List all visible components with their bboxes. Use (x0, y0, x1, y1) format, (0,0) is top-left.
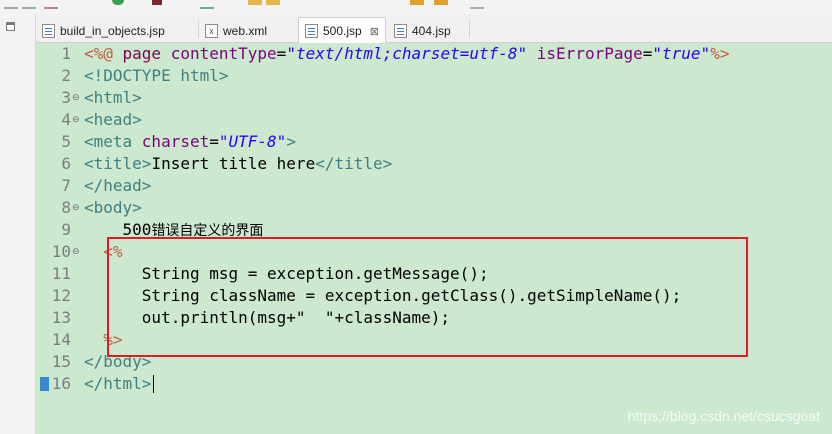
code-text: <%@ page contentType="text/html;charset=… (84, 43, 729, 65)
code-token: > (286, 132, 296, 151)
fold-toggle-icon[interactable]: ⊖ (72, 197, 80, 219)
folder-icon[interactable] (248, 0, 262, 5)
code-token: "true" (652, 44, 711, 63)
code-text: </head> (84, 175, 151, 197)
toolbar-icon[interactable] (44, 0, 58, 9)
code-token: <head> (84, 110, 142, 129)
editor-tab-bar: build_in_objects.jsp x web.xml 500.jsp ⊠… (36, 14, 832, 44)
toolbar-icon[interactable] (22, 0, 36, 9)
code-line[interactable]: 1 <%@ page contentType="text/html;charset… (36, 43, 832, 65)
line-number: 8 (61, 198, 71, 217)
minimize-icon[interactable] (6, 22, 15, 31)
code-token: isErrorPage (536, 44, 643, 63)
code-token: %> (710, 44, 730, 63)
current-line-marker-icon (40, 377, 49, 391)
line-number: 10 (51, 242, 71, 261)
code-token: <!DOCTYPE html> (84, 66, 229, 85)
tab-500-jsp[interactable]: 500.jsp ⊠ (298, 17, 386, 44)
toolbar-icon[interactable] (470, 0, 484, 9)
jsp-file-icon (305, 24, 318, 38)
tab-build-in-objects[interactable]: build_in_objects.jsp (36, 18, 197, 43)
left-panel (0, 14, 36, 434)
toolbar (0, 0, 832, 15)
code-token: charset (141, 132, 210, 151)
tab-label: 404.jsp (412, 23, 451, 38)
line-number: 9 (61, 220, 71, 239)
text-cursor (153, 375, 154, 393)
code-token: </head> (84, 176, 152, 195)
code-line[interactable]: 7 </head> (36, 175, 832, 197)
tab-web-xml[interactable]: x web.xml (199, 18, 295, 43)
line-number: 13 (51, 308, 71, 327)
tab-label: web.xml (223, 23, 268, 38)
code-text: <head> (84, 109, 142, 131)
line-number: 3 (61, 88, 71, 107)
line-number: 7 (61, 176, 71, 195)
code-token: <%@ (84, 44, 123, 63)
code-text: <meta charset="UTF-8"> (84, 131, 296, 153)
folder-icon[interactable] (266, 0, 280, 5)
line-number: 12 (51, 286, 71, 305)
tab-404-jsp[interactable]: 404.jsp (388, 18, 468, 43)
close-icon[interactable]: ⊠ (370, 25, 379, 38)
line-number: 1 (61, 44, 71, 63)
tab-label: 500.jsp (323, 24, 362, 38)
toolbar-icon[interactable] (4, 0, 18, 9)
code-token: <meta (84, 132, 142, 151)
code-line[interactable]: 2 <!DOCTYPE html> (36, 65, 832, 87)
code-token: "text/html;charset=utf-8" (286, 44, 528, 63)
code-token: = (642, 44, 653, 63)
code-text: <html> (84, 87, 142, 109)
line-number: 14 (51, 330, 71, 349)
code-token: = (276, 44, 287, 63)
watermark: https://blog.csdn.net/csucsgoat (627, 408, 820, 424)
code-token: Insert title here (151, 154, 316, 173)
code-line[interactable]: 6 <title>Insert title here</title> (36, 153, 832, 175)
tab-label: build_in_objects.jsp (60, 23, 165, 38)
code-token: = (209, 132, 219, 151)
code-token: "UTF-8" (218, 132, 287, 151)
code-token: </html> (84, 374, 152, 393)
code-token: page (122, 44, 171, 63)
line-number: 5 (61, 132, 71, 151)
line-number: 4 (61, 110, 71, 129)
code-line[interactable]: 4 ⊖ <head> (36, 109, 832, 131)
jsp-file-icon (394, 23, 407, 38)
back-icon[interactable] (410, 0, 424, 5)
code-text: <title>Insert title here</title> (84, 153, 392, 175)
jsp-file-icon (42, 23, 55, 38)
fold-toggle-icon[interactable]: ⊖ (72, 109, 80, 131)
code-token: <html> (84, 88, 142, 107)
fold-toggle-icon[interactable]: ⊖ (72, 87, 80, 109)
code-line[interactable]: 3 ⊖ <html> (36, 87, 832, 109)
line-number: 2 (61, 66, 71, 85)
code-text: </html> (84, 373, 151, 395)
forward-icon[interactable] (434, 0, 448, 5)
fold-toggle-icon[interactable]: ⊖ (72, 241, 80, 263)
line-number: 15 (51, 352, 71, 371)
run-icon[interactable] (112, 0, 124, 5)
code-token: contentType (170, 44, 277, 63)
code-token: <title> (84, 154, 152, 173)
toolbar-icon[interactable] (200, 0, 214, 9)
code-text: <!DOCTYPE html> (84, 65, 229, 87)
xml-file-icon: x (205, 23, 218, 38)
line-number: 11 (51, 264, 71, 283)
code-token: </title> (315, 154, 393, 173)
code-line[interactable]: 8 ⊖ <body> (36, 197, 832, 219)
code-line[interactable]: 16 </html> (36, 373, 832, 395)
annotation-box (107, 237, 748, 357)
toolbar-icon[interactable] (152, 0, 162, 5)
code-token: <body> (84, 198, 142, 217)
line-number: 6 (61, 154, 71, 173)
code-line[interactable]: 5 <meta charset="UTF-8"> (36, 131, 832, 153)
code-text: <body> (84, 197, 142, 219)
